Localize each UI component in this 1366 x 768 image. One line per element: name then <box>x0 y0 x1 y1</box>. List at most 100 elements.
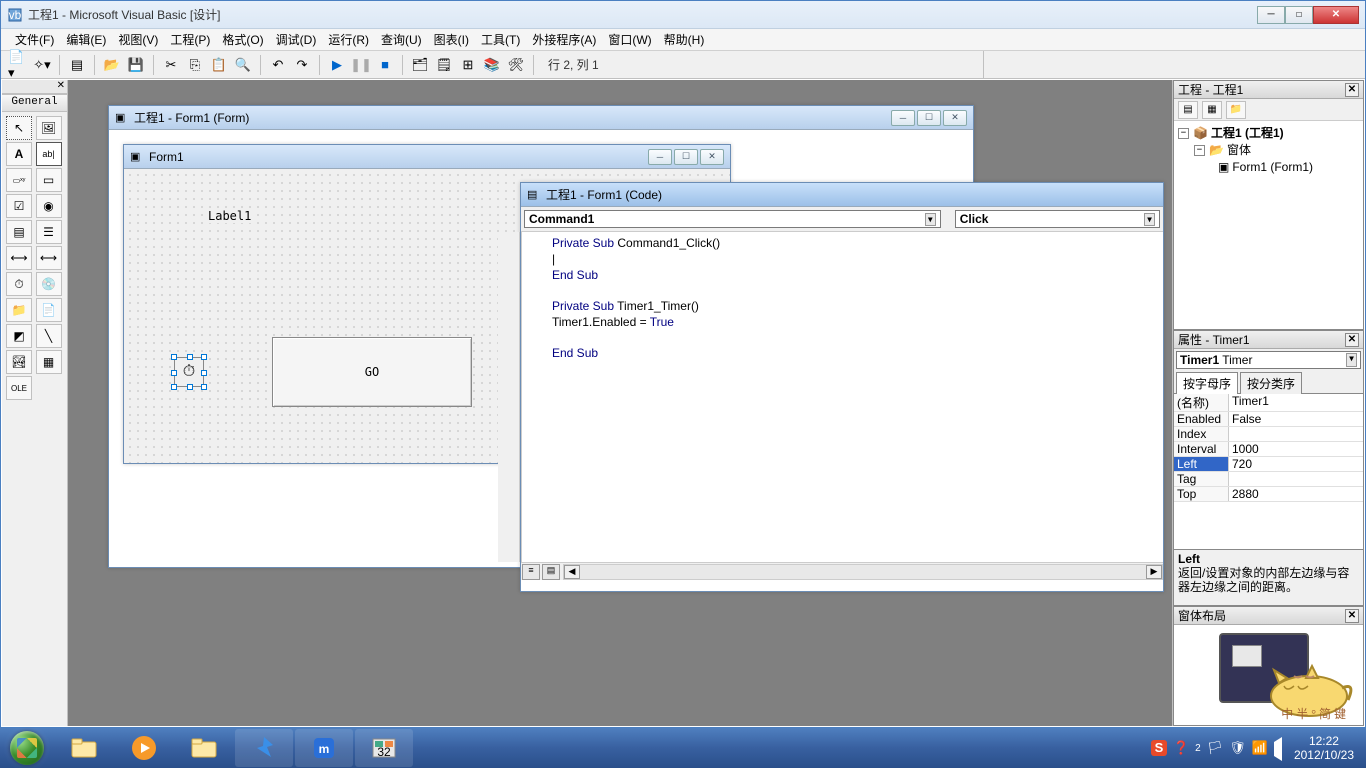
redo-button[interactable]: ↷ <box>291 54 313 76</box>
tool-picturebox[interactable]: 🖼 <box>36 116 62 140</box>
tool-optionbutton[interactable]: ◉ <box>36 194 62 218</box>
tool-checkbox[interactable]: ☑ <box>6 194 32 218</box>
tool-listbox[interactable]: ☰ <box>36 220 62 244</box>
menu-help[interactable]: 帮助(H) <box>658 29 711 50</box>
form1-close[interactable]: ✕ <box>700 149 724 165</box>
label1-control[interactable]: Label1 <box>206 209 253 223</box>
tool-timer[interactable]: ⏱ <box>6 272 32 296</box>
tool-data[interactable]: ▦ <box>36 350 62 374</box>
procedure-view-button[interactable]: ≡ <box>522 564 540 580</box>
toolbox-close[interactable]: ✕ <box>2 80 67 94</box>
properties-close[interactable]: ✕ <box>1345 333 1359 347</box>
tool-dirlistbox[interactable]: 📁 <box>6 298 32 322</box>
tool-shape[interactable]: ◩ <box>6 324 32 348</box>
menu-window[interactable]: 窗口(W) <box>602 29 657 50</box>
form-layout-button[interactable]: ⊞ <box>457 54 479 76</box>
property-grid[interactable]: (名称)Timer1EnabledFalseIndexInterval1000L… <box>1174 394 1363 549</box>
tool-label[interactable]: A <box>6 142 32 166</box>
view-object-button[interactable]: ▦ <box>1202 101 1222 119</box>
start-button[interactable] <box>0 728 54 768</box>
toggle-folders-button[interactable]: 📁 <box>1226 101 1246 119</box>
form-layout-close[interactable]: ✕ <box>1345 609 1359 623</box>
tool-filelistbox[interactable]: 📄 <box>36 298 62 322</box>
code-h-scrollbar[interactable]: ◀ ▶ <box>563 564 1163 580</box>
undo-button[interactable]: ↶ <box>267 54 289 76</box>
tool-line[interactable]: ╲ <box>36 324 62 348</box>
object-browser-button[interactable]: 📚 <box>481 54 503 76</box>
project-explorer-close[interactable]: ✕ <box>1345 83 1359 97</box>
maximize-button[interactable] <box>1285 6 1313 24</box>
tray-network-icon[interactable]: 📶 <box>1252 740 1268 756</box>
property-row[interactable]: Left720 <box>1174 457 1363 472</box>
properties-button[interactable]: 🗒 <box>433 54 455 76</box>
titlebar[interactable]: vb 工程1 - Microsoft Visual Basic [设计] <box>1 1 1365 29</box>
tool-combobox[interactable]: ▤ <box>6 220 32 244</box>
timer1-control[interactable]: ⏱ <box>174 357 204 387</box>
tool-hscrollbar[interactable]: ⟷ <box>6 246 32 270</box>
end-button[interactable]: ■ <box>374 54 396 76</box>
task-thunder[interactable] <box>235 729 293 767</box>
paste-button[interactable]: 📋 <box>208 54 230 76</box>
property-object-selector[interactable]: Timer1 Timer <box>1176 351 1361 369</box>
menu-edit[interactable]: 编辑(E) <box>60 29 112 50</box>
full-view-button[interactable]: ▤ <box>542 564 560 580</box>
sort-alpha-tab[interactable]: 按字母序 <box>1176 372 1238 394</box>
tool-ole[interactable]: OLE <box>6 376 32 400</box>
menu-debug[interactable]: 调试(D) <box>270 29 323 50</box>
add-item-button[interactable]: ✧▾ <box>31 54 53 76</box>
designer-close[interactable]: ✕ <box>943 110 967 126</box>
menu-view[interactable]: 视图(V) <box>112 29 164 50</box>
menu-addins[interactable]: 外接程序(A) <box>526 29 602 50</box>
property-row[interactable]: Top2880 <box>1174 487 1363 502</box>
tray-help-icon[interactable]: ❓ <box>1173 740 1189 756</box>
break-button[interactable]: ❚❚ <box>350 54 372 76</box>
tray-flag-icon[interactable]: 🏳 <box>1207 740 1224 756</box>
tree-toggle[interactable]: − <box>1194 145 1205 156</box>
tray-shield-icon[interactable]: 🛡 <box>1229 740 1246 756</box>
cut-button[interactable]: ✂ <box>160 54 182 76</box>
project-explorer-button[interactable]: 🗂 <box>409 54 431 76</box>
copy-button[interactable]: ⎘ <box>184 54 206 76</box>
menu-diagram[interactable]: 图表(I) <box>428 29 475 50</box>
mdi-client[interactable]: ▣ 工程1 - Form1 (Form) ─ ☐ ✕ ▣ Form1 <box>68 80 1172 726</box>
tool-vscrollbar[interactable]: ⟷ <box>36 246 62 270</box>
object-selector[interactable]: Command1 <box>524 210 941 228</box>
code-window[interactable]: ▤ 工程1 - Form1 (Code) Command1 Click Priv… <box>520 182 1164 592</box>
property-row[interactable]: Index <box>1174 427 1363 442</box>
save-button[interactable]: 💾 <box>125 54 147 76</box>
view-code-button[interactable]: ▤ <box>1178 101 1198 119</box>
tree-toggle[interactable]: − <box>1178 128 1189 139</box>
property-row[interactable]: Interval1000 <box>1174 442 1363 457</box>
property-row[interactable]: EnabledFalse <box>1174 412 1363 427</box>
designer-max[interactable]: ☐ <box>917 110 941 126</box>
tray-two-icon[interactable]: 2 <box>1195 743 1201 754</box>
menu-run[interactable]: 运行(R) <box>322 29 375 50</box>
tool-pointer[interactable]: ↖ <box>6 116 32 140</box>
task-vb[interactable]: 32 <box>355 729 413 767</box>
designer-min[interactable]: ─ <box>891 110 915 126</box>
form1-min[interactable]: ─ <box>648 149 672 165</box>
procedure-selector[interactable]: Click <box>955 210 1160 228</box>
sort-category-tab[interactable]: 按分类序 <box>1240 372 1302 394</box>
property-row[interactable]: (名称)Timer1 <box>1174 394 1363 412</box>
tray-sogou-icon[interactable]: S <box>1151 740 1167 756</box>
layout-form-preview[interactable] <box>1232 645 1262 667</box>
menu-format[interactable]: 格式(O) <box>216 29 269 50</box>
code-editor[interactable]: Private Sub Command1_Click() | End Sub P… <box>521 232 1163 562</box>
menu-tools[interactable]: 工具(T) <box>475 29 526 50</box>
find-button[interactable]: 🔍 <box>232 54 254 76</box>
menu-editor-button[interactable]: ▤ <box>66 54 88 76</box>
add-project-button[interactable]: 📄▾ <box>7 54 29 76</box>
close-button[interactable] <box>1313 6 1359 24</box>
form1-max[interactable]: ☐ <box>674 149 698 165</box>
task-explorer[interactable] <box>55 729 113 767</box>
menu-file[interactable]: 文件(F) <box>9 29 60 50</box>
tool-frame[interactable]: ▭ˣʸ <box>6 168 32 192</box>
task-media-player[interactable] <box>115 729 173 767</box>
property-row[interactable]: Tag <box>1174 472 1363 487</box>
tool-textbox[interactable]: ab| <box>36 142 62 166</box>
task-maxthon[interactable]: m <box>295 729 353 767</box>
tool-commandbutton[interactable]: ▭ <box>36 168 62 192</box>
open-button[interactable]: 📂 <box>101 54 123 76</box>
taskbar-clock[interactable]: 12:22 2012/10/23 <box>1288 734 1360 762</box>
